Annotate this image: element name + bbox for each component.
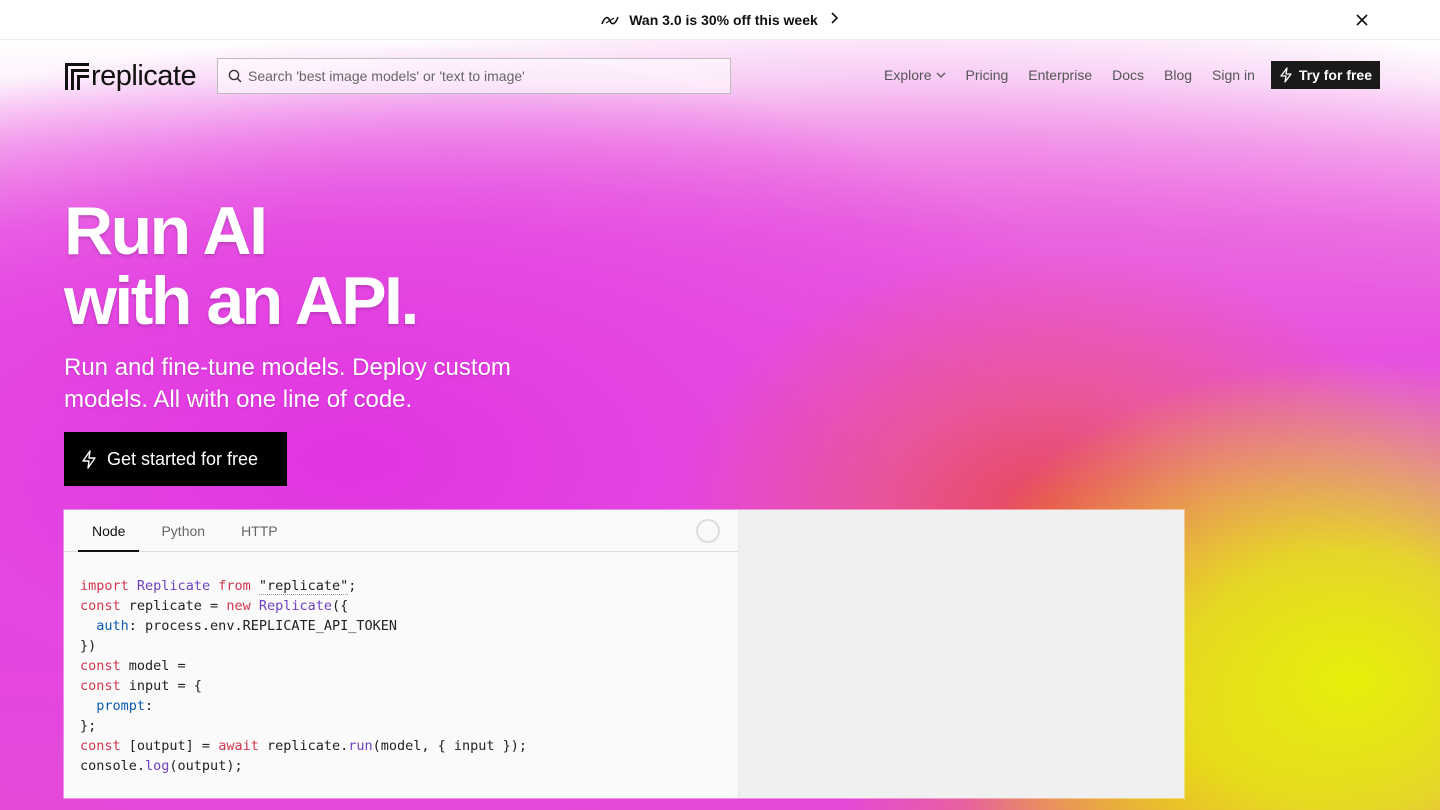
get-started-button[interactable]: Get started for free (64, 432, 287, 486)
announcement-link[interactable]: Wan 3.0 is 30% off this week (601, 11, 839, 28)
close-icon[interactable] (1352, 10, 1372, 30)
code-editor: Node Python HTTP import Replicate from "… (64, 510, 738, 798)
get-started-label: Get started for free (107, 448, 259, 469)
lightning-icon (82, 449, 96, 469)
code-line: import Replicate from "replicate"; (80, 578, 357, 595)
nav-links: Explore Pricing Enterprise Docs Blog Sig… (884, 61, 1380, 89)
replicate-logo[interactable]: replicate (64, 59, 197, 93)
code-line: }; (80, 718, 97, 734)
replicate-logo-icon (65, 63, 89, 90)
code-line: const model = (80, 658, 186, 674)
nav-explore[interactable]: Explore (884, 67, 945, 83)
code-block[interactable]: import Replicate from "replicate"; const … (80, 576, 527, 776)
nav-explore-label: Explore (884, 67, 932, 83)
code-line: const input = { (80, 678, 202, 694)
tab-python[interactable]: Python (147, 510, 219, 551)
hero-subtitle: Run and fine-tune models. Deploy custom … (64, 354, 511, 413)
announcement-text: Wan 3.0 is 30% off this week (629, 11, 818, 28)
loading-spinner-icon (696, 519, 720, 543)
search-icon (228, 69, 242, 83)
hero-title-line1: Run AI (64, 193, 268, 269)
chevron-down-icon (936, 72, 945, 78)
nav-docs[interactable]: Docs (1112, 67, 1144, 83)
try-for-free-button[interactable]: Try for free (1270, 61, 1380, 89)
code-line: auth: process.env.REPLICATE_API_TOKEN (96, 618, 397, 634)
output-preview (738, 510, 1184, 798)
try-for-free-label: Try for free (1298, 67, 1372, 83)
code-line: prompt: (96, 698, 154, 714)
announcement-bar: Wan 3.0 is 30% off this week (0, 0, 1440, 40)
chevron-right-icon (830, 11, 839, 28)
tab-node[interactable]: Node (78, 510, 140, 552)
hero-title: Run AI with an API. (64, 193, 419, 339)
code-line: }) (80, 638, 97, 654)
nav-enterprise[interactable]: Enterprise (1028, 67, 1092, 83)
search-input[interactable] (248, 68, 730, 84)
nav-sign-in[interactable]: Sign in (1212, 67, 1255, 83)
code-line: const replicate = new Replicate({ (80, 598, 349, 614)
code-line: console.log(output); (80, 758, 243, 774)
hero-title-line2: with an API. (64, 263, 419, 339)
code-line: const [output] = await replicate.run(mod… (80, 738, 528, 754)
nav-pricing[interactable]: Pricing (966, 67, 1009, 83)
nav-blog[interactable]: Blog (1164, 67, 1192, 83)
code-example-panel: Node Python HTTP import Replicate from "… (64, 510, 1184, 798)
language-tabs: Node Python HTTP (64, 510, 738, 552)
logo-text: replicate (91, 60, 197, 92)
wan-logo-icon (601, 16, 619, 24)
lightning-icon (1280, 67, 1292, 83)
search-bar[interactable] (217, 58, 731, 94)
tab-http[interactable]: HTTP (227, 510, 292, 551)
top-navigation: replicate Explore Pricing Enterprise Doc… (0, 40, 1440, 112)
